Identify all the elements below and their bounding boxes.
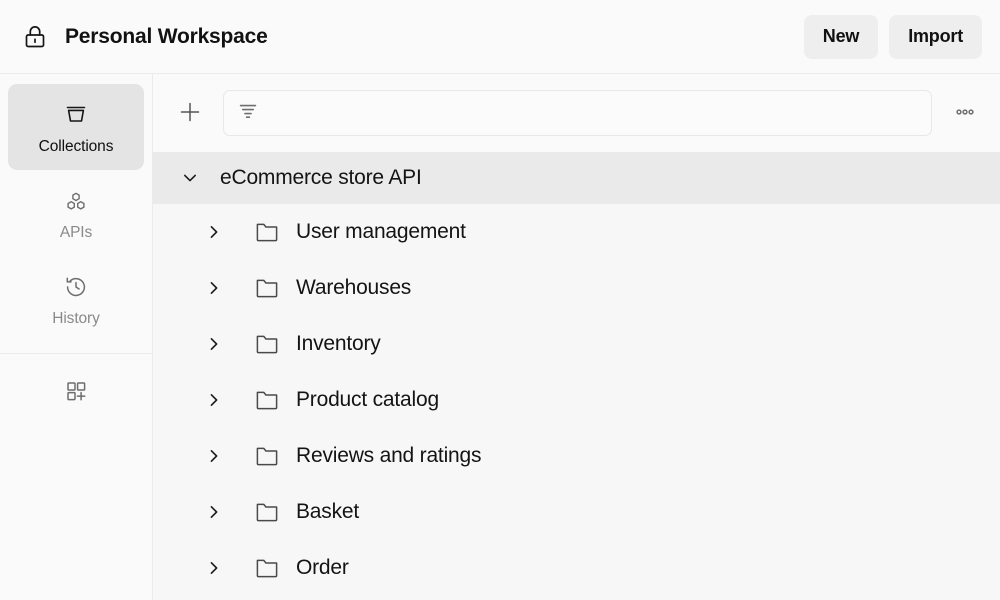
- search-filter-box[interactable]: [223, 90, 932, 136]
- chevron-right-icon[interactable]: [205, 279, 223, 297]
- collections-icon: [61, 100, 91, 130]
- folder-row-warehouses[interactable]: Warehouses: [153, 260, 1000, 316]
- more-options-button[interactable]: [946, 94, 984, 132]
- import-button[interactable]: Import: [889, 15, 982, 59]
- folder-name: Order: [296, 556, 349, 580]
- more-horizontal-icon: [950, 97, 980, 130]
- folder-icon: [254, 555, 280, 581]
- workspace-title: Personal Workspace: [65, 25, 268, 49]
- sidebar-item-label-history: History: [52, 311, 100, 327]
- folder-icon: [254, 219, 280, 245]
- sidebar-item-history[interactable]: History: [8, 256, 144, 342]
- chevron-right-icon[interactable]: [205, 447, 223, 465]
- chevron-right-icon[interactable]: [205, 503, 223, 521]
- folder-row-order[interactable]: Order: [153, 540, 1000, 596]
- app-window: Personal Workspace New Import Collection…: [0, 0, 1000, 600]
- history-icon: [61, 272, 91, 302]
- folder-name: Reviews and ratings: [296, 444, 481, 468]
- collections-toolbar: [153, 74, 1000, 152]
- header-bar: Personal Workspace New Import: [0, 0, 1000, 74]
- folder-icon: [254, 387, 280, 413]
- plus-icon: [175, 97, 205, 130]
- add-new-button[interactable]: [171, 94, 209, 132]
- sidebar-item-label-apis: APIs: [60, 225, 92, 241]
- filter-icon: [237, 100, 259, 127]
- new-button[interactable]: New: [804, 15, 878, 59]
- folder-name: Warehouses: [296, 276, 411, 300]
- folder-name: User management: [296, 220, 466, 244]
- folder-row-product-catalog[interactable]: Product catalog: [153, 372, 1000, 428]
- app-body: Collections APIs: [0, 74, 1000, 600]
- folder-row-inventory[interactable]: Inventory: [153, 316, 1000, 372]
- chevron-right-icon[interactable]: [205, 335, 223, 353]
- lock-icon: [22, 24, 48, 50]
- folder-name: Inventory: [296, 332, 381, 356]
- chevron-right-icon[interactable]: [205, 223, 223, 241]
- search-input[interactable]: [269, 104, 918, 122]
- folder-name: Product catalog: [296, 388, 439, 412]
- chevron-right-icon[interactable]: [205, 391, 223, 409]
- chevron-down-icon[interactable]: [181, 169, 199, 187]
- folder-list: User management Warehouses Inventory: [153, 204, 1000, 596]
- folder-icon: [254, 275, 280, 301]
- folder-row-user-management[interactable]: User management: [153, 204, 1000, 260]
- sidebar-item-label-collections: Collections: [39, 139, 114, 155]
- sidebar-item-add-module[interactable]: [8, 354, 144, 428]
- sidebar-item-collections[interactable]: Collections: [8, 84, 144, 170]
- folder-icon: [254, 499, 280, 525]
- left-rail: Collections APIs: [0, 74, 153, 600]
- collections-tree: eCommerce store API User management: [153, 152, 1000, 600]
- header-actions: New Import: [804, 15, 982, 59]
- chevron-right-icon[interactable]: [205, 559, 223, 577]
- main-panel: eCommerce store API User management: [153, 74, 1000, 600]
- collection-name: eCommerce store API: [220, 166, 422, 190]
- collection-row-ecommerce-store-api[interactable]: eCommerce store API: [153, 152, 1000, 204]
- folder-icon: [254, 443, 280, 469]
- sidebar-item-apis[interactable]: APIs: [8, 170, 144, 256]
- apis-icon: [61, 186, 91, 216]
- folder-icon: [254, 331, 280, 357]
- grid-plus-icon: [61, 376, 91, 406]
- folder-row-reviews-and-ratings[interactable]: Reviews and ratings: [153, 428, 1000, 484]
- folder-name: Basket: [296, 500, 359, 524]
- folder-row-basket[interactable]: Basket: [153, 484, 1000, 540]
